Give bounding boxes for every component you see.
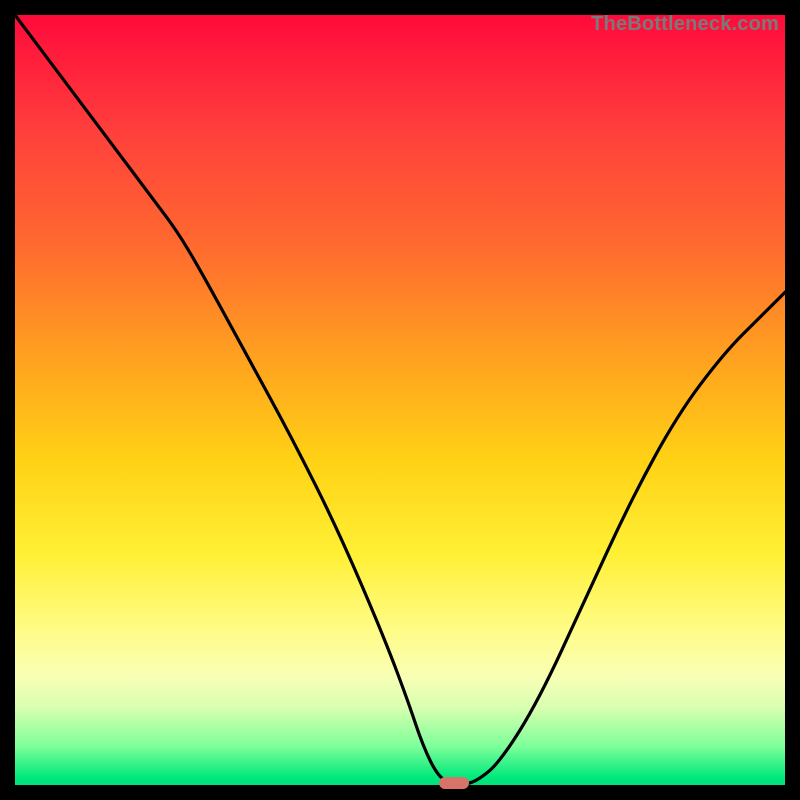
curve-path: [15, 15, 785, 785]
chart-frame: TheBottleneck.com: [15, 15, 785, 785]
minimum-marker-pill: [439, 777, 469, 789]
bottleneck-curve: [15, 15, 785, 785]
